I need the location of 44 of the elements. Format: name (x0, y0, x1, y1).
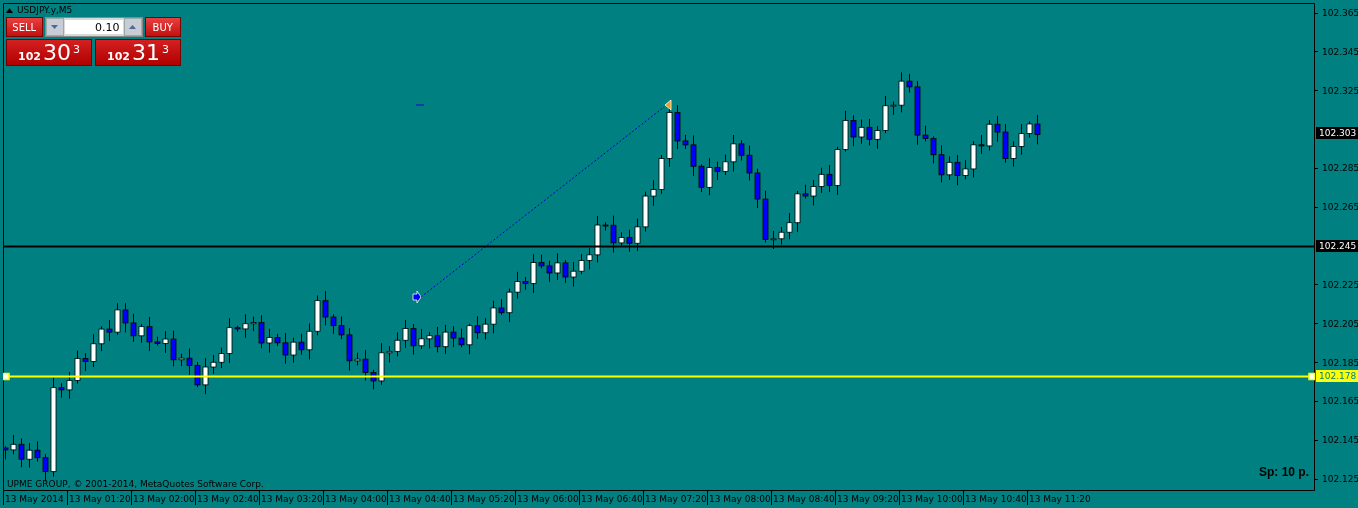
price-tick-label: 102.225 (1322, 279, 1358, 290)
time-label: 13 May 02:40 (195, 491, 259, 505)
time-label: 13 May 06:00 (515, 491, 579, 505)
horizontal-line[interactable] (3, 372, 1315, 381)
price-tick-label: 102.265 (1322, 202, 1358, 213)
trend-line[interactable] (412, 99, 672, 304)
time-label: 13 May 10:40 (963, 491, 1027, 505)
buy-button[interactable]: BUY (144, 17, 181, 37)
time-label: 13 May 04:40 (387, 491, 451, 505)
time-label: 13 May 05:20 (451, 491, 515, 505)
price-tick-label: 102.165 (1322, 396, 1358, 407)
copyright-text: UPME GROUP, © 2001-2014, MetaQuotes Software Corp. (7, 479, 264, 489)
lot-field[interactable]: 0.10 (64, 20, 123, 34)
time-label: 13 May 10:00 (899, 491, 963, 505)
down-arrow-icon (51, 25, 58, 29)
time-label: 13 May 11:20 (1027, 491, 1091, 505)
time-label: 13 May 08:00 (707, 491, 771, 505)
time-label: 13 May 02:00 (131, 491, 195, 505)
price-tick-label: 102.145 (1322, 435, 1358, 446)
price-tick-label: 102.325 (1322, 85, 1358, 96)
price-line-label: 102.178 (1316, 370, 1358, 382)
time-label: 13 May 01:20 (67, 491, 131, 505)
symbol-title: USDJPY.y,M5 (17, 5, 73, 15)
bid-price-label: 102.303 (1316, 127, 1358, 139)
price-tick-label: 102.365 (1322, 8, 1358, 18)
price-tick-label: 102.185 (1322, 357, 1358, 368)
lot-spinner[interactable]: 0.10 (44, 17, 143, 37)
price-tick-label: 102.285 (1322, 163, 1358, 174)
time-label: 13 May 07:20 (643, 491, 707, 505)
time-label: 13 May 04:00 (323, 491, 387, 505)
price-line-label: 102.245 (1316, 240, 1358, 252)
price-tick-label: 102.345 (1322, 46, 1358, 57)
collapse-icon[interactable] (6, 7, 13, 13)
time-label: 13 May 09:20 (835, 491, 899, 505)
price-tick-label: 102.205 (1322, 318, 1358, 329)
dash-mark (415, 104, 425, 106)
price-tick-label: 102.125 (1322, 474, 1358, 484)
time-label: 13 May 03:20 (259, 491, 323, 505)
time-label: 13 May 06:40 (579, 491, 643, 505)
up-arrow-icon (129, 25, 136, 29)
time-label: 13 May 08:40 (771, 491, 835, 505)
time-label: 13 May 2014 (3, 491, 67, 505)
sell-button[interactable]: SELL (6, 17, 43, 37)
spread-label: Sp: 10 p. (1259, 465, 1309, 479)
